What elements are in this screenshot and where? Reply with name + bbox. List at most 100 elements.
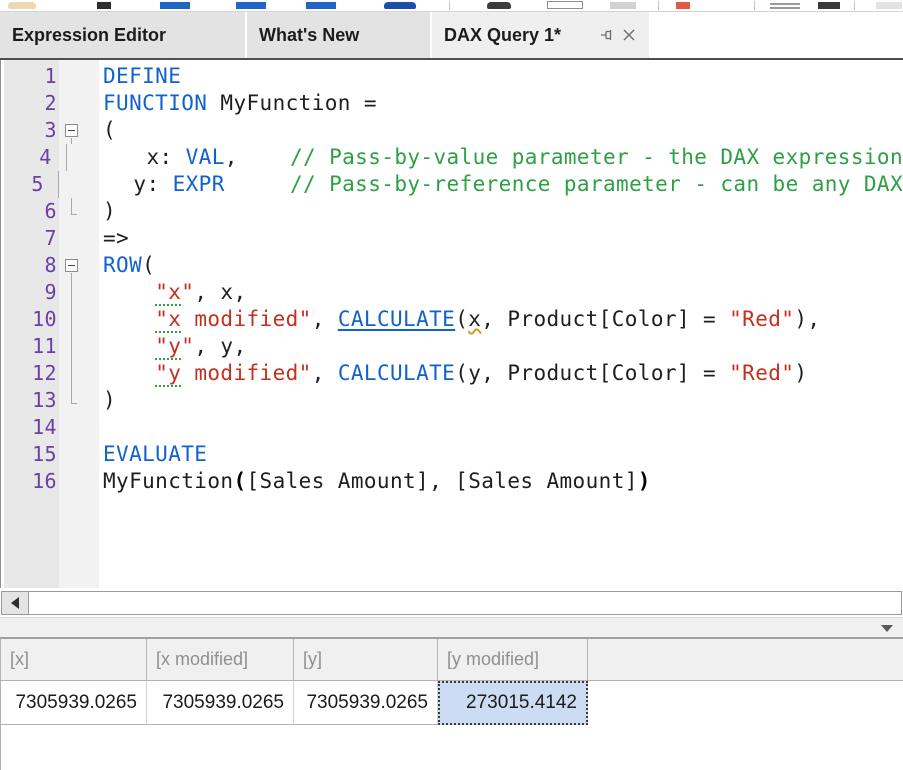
result-cell[interactable]: 7305939.0265 bbox=[1, 681, 147, 725]
code-line[interactable]: 14 bbox=[1, 414, 903, 441]
result-cell[interactable]: 7305939.0265 bbox=[147, 681, 294, 725]
code-text: FUNCTION MyFunction = bbox=[99, 90, 903, 117]
code-line[interactable]: 13) bbox=[1, 387, 903, 414]
close-icon[interactable] bbox=[621, 27, 637, 43]
code-line[interactable]: 16 MyFunction([Sales Amount], [Sales Amou… bbox=[1, 468, 903, 495]
code-line[interactable]: 12 "y modified", CALCULATE(y, Product[Co… bbox=[1, 360, 903, 387]
line-number: 11 bbox=[1, 333, 63, 360]
code-text: EVALUATE bbox=[99, 441, 903, 468]
collapse-down-icon[interactable] bbox=[881, 625, 893, 632]
code-line[interactable]: 7 => bbox=[1, 225, 903, 252]
toolbar-icon-fragment[interactable] bbox=[610, 2, 636, 9]
fold-margin bbox=[63, 90, 99, 117]
toolbar-icon-fragment[interactable] bbox=[547, 1, 583, 9]
code-text: DEFINE bbox=[99, 63, 903, 90]
result-cell-selected[interactable]: 273015.4142 bbox=[438, 681, 588, 725]
code-text: ) bbox=[99, 198, 903, 225]
line-number: 9 bbox=[1, 279, 63, 306]
toolbar-icon-fragment[interactable] bbox=[160, 2, 190, 9]
toolbar-icon-fragment bbox=[754, 1, 755, 10]
line-number: 16 bbox=[1, 468, 63, 495]
toolbar-icon-fragment[interactable] bbox=[97, 2, 111, 9]
code-line[interactable]: 8ROW( bbox=[1, 252, 903, 279]
toolbar-icon-fragment[interactable] bbox=[384, 2, 416, 9]
scrollbar-track-container bbox=[1, 591, 902, 615]
horizontal-scrollbar[interactable] bbox=[0, 588, 903, 617]
line-number: 4 bbox=[1, 144, 58, 171]
results-splitter[interactable] bbox=[0, 617, 903, 637]
code-text: "y", y, bbox=[99, 333, 903, 360]
code-text: ( bbox=[99, 117, 903, 144]
toolbar-icon-fragment bbox=[854, 1, 855, 10]
column-header[interactable]: [x] bbox=[1, 639, 147, 680]
code-text: => bbox=[99, 225, 903, 252]
tab-label: What's New bbox=[259, 25, 359, 46]
fold-margin bbox=[63, 225, 99, 252]
column-header[interactable]: [y] bbox=[294, 639, 438, 680]
line-number: 6 bbox=[1, 198, 63, 225]
code-text: "x", x, bbox=[99, 279, 903, 306]
toolbar-icon-fragment[interactable] bbox=[8, 2, 36, 9]
code-text: "y modified", CALCULATE(y, Product[Color… bbox=[99, 360, 903, 387]
code-text bbox=[99, 414, 903, 441]
code-line[interactable]: 2FUNCTION MyFunction = bbox=[1, 90, 903, 117]
toolbar bbox=[0, 0, 903, 12]
pin-icon[interactable] bbox=[599, 27, 616, 43]
code-line[interactable]: 3( bbox=[1, 117, 903, 144]
scroll-left-button[interactable] bbox=[2, 592, 29, 614]
line-number: 7 bbox=[1, 225, 63, 252]
results-empty-area bbox=[1, 725, 903, 769]
toolbar-icon-fragment bbox=[449, 1, 450, 10]
fold-open-marker[interactable] bbox=[63, 117, 99, 144]
line-number: 15 bbox=[1, 441, 63, 468]
tab-expression-editor[interactable]: Expression Editor bbox=[0, 12, 245, 58]
code-line[interactable]: 5 y: EXPR // Pass-by-reference parameter… bbox=[1, 171, 903, 198]
column-header[interactable]: [x modified] bbox=[147, 639, 294, 680]
toolbar-icon-fragment[interactable] bbox=[770, 3, 800, 9]
results-grid: [x][x modified][y][y modified] 7305939.0… bbox=[0, 637, 903, 770]
results-row: 7305939.02657305939.02657305939.02652730… bbox=[1, 681, 903, 725]
toolbar-icon-fragment[interactable] bbox=[818, 2, 840, 9]
code-text: x: VAL, // Pass-by-value parameter - the… bbox=[90, 144, 903, 171]
tab-whats-new[interactable]: What's New bbox=[247, 12, 430, 58]
toolbar-icon-fragment[interactable] bbox=[676, 2, 690, 9]
tab-label: DAX Query 1* bbox=[444, 25, 561, 46]
fold-line-marker bbox=[63, 279, 99, 306]
fold-line-marker bbox=[63, 306, 99, 333]
code-text: ROW( bbox=[99, 252, 903, 279]
fold-margin bbox=[63, 468, 99, 495]
toolbar-icon-fragment[interactable] bbox=[236, 2, 266, 9]
fold-margin bbox=[63, 414, 99, 441]
code-text: MyFunction([Sales Amount], [Sales Amount… bbox=[99, 468, 903, 495]
tab-bar: Expression Editor What's New DAX Query 1… bbox=[0, 12, 903, 60]
code-line[interactable]: 10 "x modified", CALCULATE(x, Product[Co… bbox=[1, 306, 903, 333]
fold-line-marker bbox=[58, 144, 91, 171]
fold-open-marker[interactable] bbox=[63, 252, 99, 279]
tab-dax-query-1[interactable]: DAX Query 1* bbox=[432, 12, 649, 58]
toolbar-icon-fragment[interactable] bbox=[306, 2, 336, 9]
scrollbar-track[interactable] bbox=[29, 592, 901, 614]
results-header: [x][x modified][y][y modified] bbox=[1, 639, 903, 681]
fold-margin bbox=[63, 63, 99, 90]
code-line[interactable]: 9 "x", x, bbox=[1, 279, 903, 306]
code-line[interactable]: 11 "y", y, bbox=[1, 333, 903, 360]
fold-margin bbox=[63, 441, 99, 468]
tab-label: Expression Editor bbox=[12, 25, 166, 46]
code-editor[interactable]: 1DEFINE2FUNCTION MyFunction =3(4 x: VAL,… bbox=[0, 60, 903, 588]
code-line[interactable]: 1DEFINE bbox=[1, 63, 903, 90]
line-number: 10 bbox=[1, 306, 63, 333]
toolbar-icon-fragment[interactable] bbox=[487, 2, 511, 9]
code-line[interactable]: 6) bbox=[1, 198, 903, 225]
code-text: "x modified", CALCULATE(x, Product[Color… bbox=[99, 306, 903, 333]
code-line[interactable]: 15 EVALUATE bbox=[1, 441, 903, 468]
code-text: y: EXPR // Pass-by-reference parameter -… bbox=[77, 171, 903, 198]
toolbar-icon-fragment[interactable] bbox=[876, 2, 902, 9]
line-number: 5 bbox=[1, 171, 50, 198]
fold-line-marker bbox=[50, 171, 77, 198]
result-cell[interactable]: 7305939.0265 bbox=[294, 681, 438, 725]
column-header[interactable]: [y modified] bbox=[438, 639, 588, 680]
fold-end-marker bbox=[63, 387, 99, 414]
code-line[interactable]: 4 x: VAL, // Pass-by-value parameter - t… bbox=[1, 144, 903, 171]
code-lines: 1DEFINE2FUNCTION MyFunction =3(4 x: VAL,… bbox=[1, 60, 903, 495]
left-triangle-icon bbox=[11, 597, 19, 609]
